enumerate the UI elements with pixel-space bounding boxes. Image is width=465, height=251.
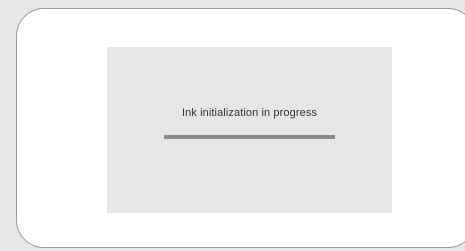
status-message: Ink initialization in progress [181, 107, 318, 119]
progress-bar [164, 135, 335, 139]
printer-screen: Ink initialization in progress [0, 0, 465, 251]
status-dialog: Ink initialization in progress [107, 47, 392, 213]
progress-bar-fill [164, 135, 335, 139]
